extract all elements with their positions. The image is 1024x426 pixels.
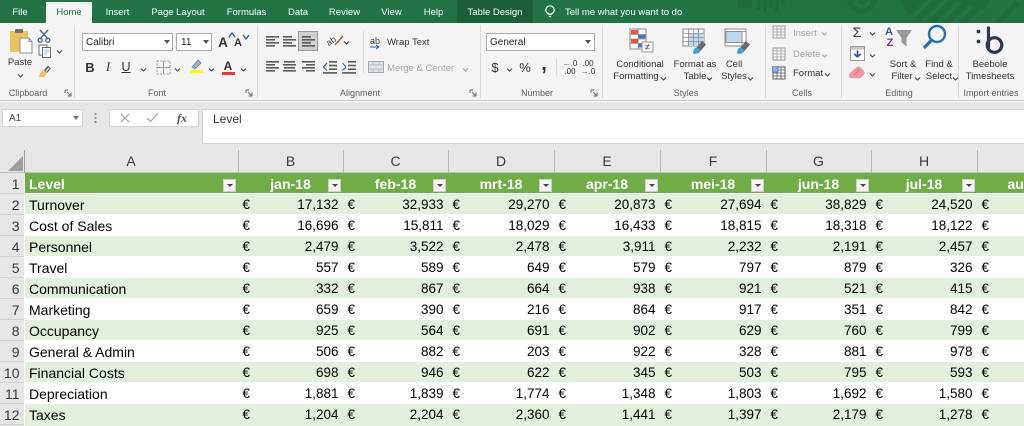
svg-text:≠: ≠ (645, 42, 650, 52)
